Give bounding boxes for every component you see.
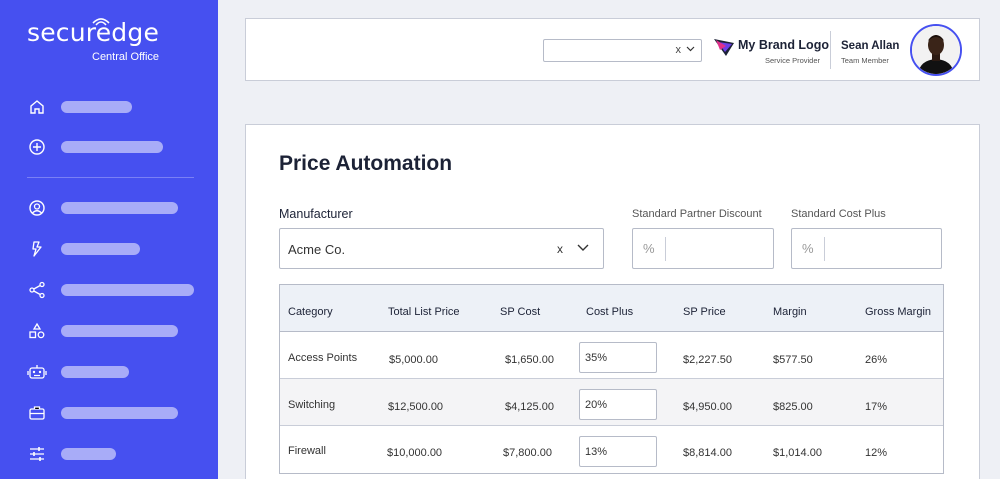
toolbox-icon	[27, 403, 47, 423]
cell-category: Switching	[288, 399, 336, 411]
cell-sp-price: $4,950.00	[683, 401, 732, 413]
sidebar-item-label	[61, 202, 178, 214]
cell-gross-margin: 26%	[865, 354, 888, 366]
sidebar-item-label	[61, 243, 140, 255]
sidebar-item-label	[61, 141, 163, 153]
price-automation-card: Price Automation Manufacturer Acme Co. x…	[245, 124, 980, 479]
cost-plus-input[interactable]: %	[791, 228, 942, 269]
cell-list-price: $10,000.00	[387, 447, 443, 459]
sidebar-item-label	[61, 366, 129, 378]
cost-plus-field[interactable]: 13%	[579, 436, 657, 467]
header-margin: Margin	[773, 306, 807, 318]
clear-icon[interactable]: x	[557, 242, 563, 256]
table-header: Category Total List Price SP Cost Cost P…	[280, 285, 943, 332]
header-select[interactable]: x	[543, 39, 702, 62]
sidebar-item-label	[61, 101, 132, 113]
brand-subtitle: Service Provider	[765, 56, 821, 65]
sidebar-item-automation[interactable]	[27, 361, 207, 383]
cell-gross-margin: 17%	[865, 401, 888, 413]
header-cost-plus: Cost Plus	[586, 306, 634, 318]
home-icon	[27, 97, 47, 117]
avatar-image	[912, 26, 960, 74]
header-category: Category	[288, 306, 333, 318]
sidebar-item-power[interactable]	[27, 238, 207, 260]
sidebar-item-label	[61, 448, 116, 460]
header-sp-price: SP Price	[683, 306, 726, 318]
table-row: Access Points $5,000.00 $1,650.00 35% $2…	[280, 332, 943, 379]
cell-sp-cost: $7,800.00	[503, 447, 552, 459]
cell-list-price: $5,000.00	[389, 354, 438, 366]
sliders-icon	[27, 444, 47, 464]
chevron-down-icon	[686, 46, 695, 52]
input-divider	[824, 237, 825, 261]
cell-sp-price: $8,814.00	[683, 447, 732, 459]
sidebar-item-tools[interactable]	[27, 402, 207, 424]
input-divider	[665, 237, 666, 261]
cost-plus-value: 13%	[585, 446, 608, 458]
cost-plus-value: 20%	[585, 399, 608, 411]
sidebar-item-label	[61, 284, 194, 296]
shapes-icon	[27, 321, 47, 341]
plus-circle-icon	[27, 137, 47, 157]
chevron-down-icon	[577, 244, 589, 251]
brand-logo-icon	[714, 39, 734, 56]
top-header: x My Brand Logo Service Provider Sean Al…	[245, 18, 980, 81]
table-row: Firewall $10,000.00 $7,800.00 13% $8,814…	[280, 426, 943, 473]
cost-plus-field[interactable]: 35%	[579, 342, 657, 373]
sidebar-item-add[interactable]	[27, 136, 207, 158]
manufacturer-select[interactable]: Acme Co. x	[279, 228, 604, 269]
logo-subtitle: Central Office	[92, 51, 160, 63]
cell-category: Firewall	[288, 445, 326, 457]
manufacturer-label: Manufacturer	[279, 207, 353, 221]
share-icon	[27, 280, 47, 300]
page-title: Price Automation	[279, 152, 453, 175]
cell-margin: $825.00	[773, 401, 813, 413]
header-sp-cost: SP Cost	[500, 306, 541, 318]
pricing-table: Category Total List Price SP Cost Cost P…	[279, 284, 944, 474]
clear-icon[interactable]: x	[676, 44, 682, 56]
avatar[interactable]	[910, 24, 962, 76]
header-gross-margin: Gross Margin	[865, 306, 932, 318]
sidebar-item-shapes[interactable]	[27, 320, 207, 342]
manufacturer-value: Acme Co.	[288, 242, 346, 257]
user-role: Team Member	[841, 56, 889, 65]
header-list-price: Total List Price	[388, 306, 460, 318]
cost-plus-value: 35%	[585, 352, 608, 364]
lightning-icon	[27, 239, 47, 259]
user-circle-icon	[27, 198, 47, 218]
table-row: Switching $12,500.00 $4,125.00 20% $4,95…	[280, 379, 943, 426]
user-name: Sean Allan	[841, 40, 900, 52]
header-divider	[830, 31, 831, 69]
cell-sp-price: $2,227.50	[683, 354, 732, 366]
cost-plus-field[interactable]: 20%	[579, 389, 657, 420]
brand-logo[interactable]: securedge Central Office	[27, 14, 167, 66]
sidebar: securedge Central Office	[0, 0, 218, 479]
cell-category: Access Points	[288, 352, 358, 364]
cell-gross-margin: 12%	[865, 447, 888, 459]
sidebar-divider	[27, 177, 194, 178]
cell-sp-cost: $1,650.00	[505, 354, 554, 366]
sidebar-item-profile[interactable]	[27, 197, 207, 219]
sidebar-item-label	[61, 325, 178, 337]
logo-text: securedge	[27, 18, 160, 47]
cell-margin: $577.50	[773, 354, 813, 366]
partner-discount-input[interactable]: %	[632, 228, 774, 269]
cell-margin: $1,014.00	[773, 447, 822, 459]
sidebar-item-settings[interactable]	[27, 443, 207, 465]
cost-plus-label: Standard Cost Plus	[791, 208, 886, 220]
percent-symbol: %	[802, 241, 814, 256]
percent-symbol: %	[643, 241, 655, 256]
cell-list-price: $12,500.00	[388, 401, 444, 413]
robot-icon	[27, 362, 47, 382]
brand-title: My Brand Logo	[738, 38, 829, 52]
partner-discount-label: Standard Partner Discount	[632, 208, 762, 220]
sidebar-item-share[interactable]	[27, 279, 207, 301]
sidebar-item-label	[61, 407, 178, 419]
cell-sp-cost: $4,125.00	[505, 401, 554, 413]
sidebar-item-home[interactable]	[27, 96, 207, 118]
